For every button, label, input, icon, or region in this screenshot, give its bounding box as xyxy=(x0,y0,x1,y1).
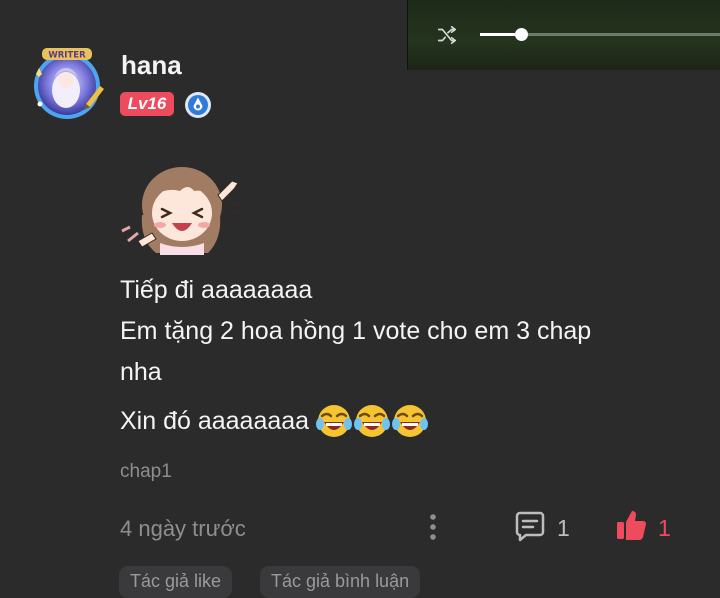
reply-comment-icon[interactable] xyxy=(512,510,548,544)
like-count: 1 xyxy=(658,515,671,541)
laughing-emoji-icon xyxy=(392,405,429,437)
comment-line-1: Tiếp đi aaaaaaaa xyxy=(120,276,313,304)
seek-bar-knob[interactable] xyxy=(514,28,528,41)
verified-badge-icon xyxy=(185,92,211,118)
tag-author-liked: Tác giả like xyxy=(119,566,233,598)
laughing-emoji-icon xyxy=(316,405,353,437)
comment-last-line: Xin đó aaaaaaaa xyxy=(120,406,310,435)
username[interactable]: hana xyxy=(121,50,182,81)
level-badge: Lv16 xyxy=(120,92,174,116)
chapter-label[interactable]: chap1 xyxy=(120,461,172,483)
comment-line-2: Em tặng 2 hoa hồng 1 vote cho em 3 chap xyxy=(120,317,592,345)
comment-line-4: Xin đó aaaaaaaa xyxy=(120,402,429,440)
seek-bar[interactable] xyxy=(480,28,720,41)
comment-timestamp: 4 ngày trước xyxy=(120,516,246,541)
tag-author-commented: Tác giả bình luận xyxy=(260,566,421,598)
emoji-row xyxy=(315,402,429,440)
laughing-emoji-icon xyxy=(354,405,391,437)
avatar-frame-label: WRITER xyxy=(48,51,86,61)
shuffle-icon[interactable] xyxy=(436,24,458,46)
comment-line-3: nha xyxy=(120,358,162,386)
laughing-girl-sticker xyxy=(121,167,243,255)
more-options-icon[interactable] xyxy=(426,512,440,542)
user-avatar[interactable]: WRITER xyxy=(26,44,108,122)
comment-body: Tiếp đi aaaaaaaa Em tặng 2 hoa hồng 1 vo… xyxy=(120,270,680,393)
reply-count: 1 xyxy=(557,515,570,541)
thumbs-up-icon[interactable] xyxy=(614,508,648,542)
